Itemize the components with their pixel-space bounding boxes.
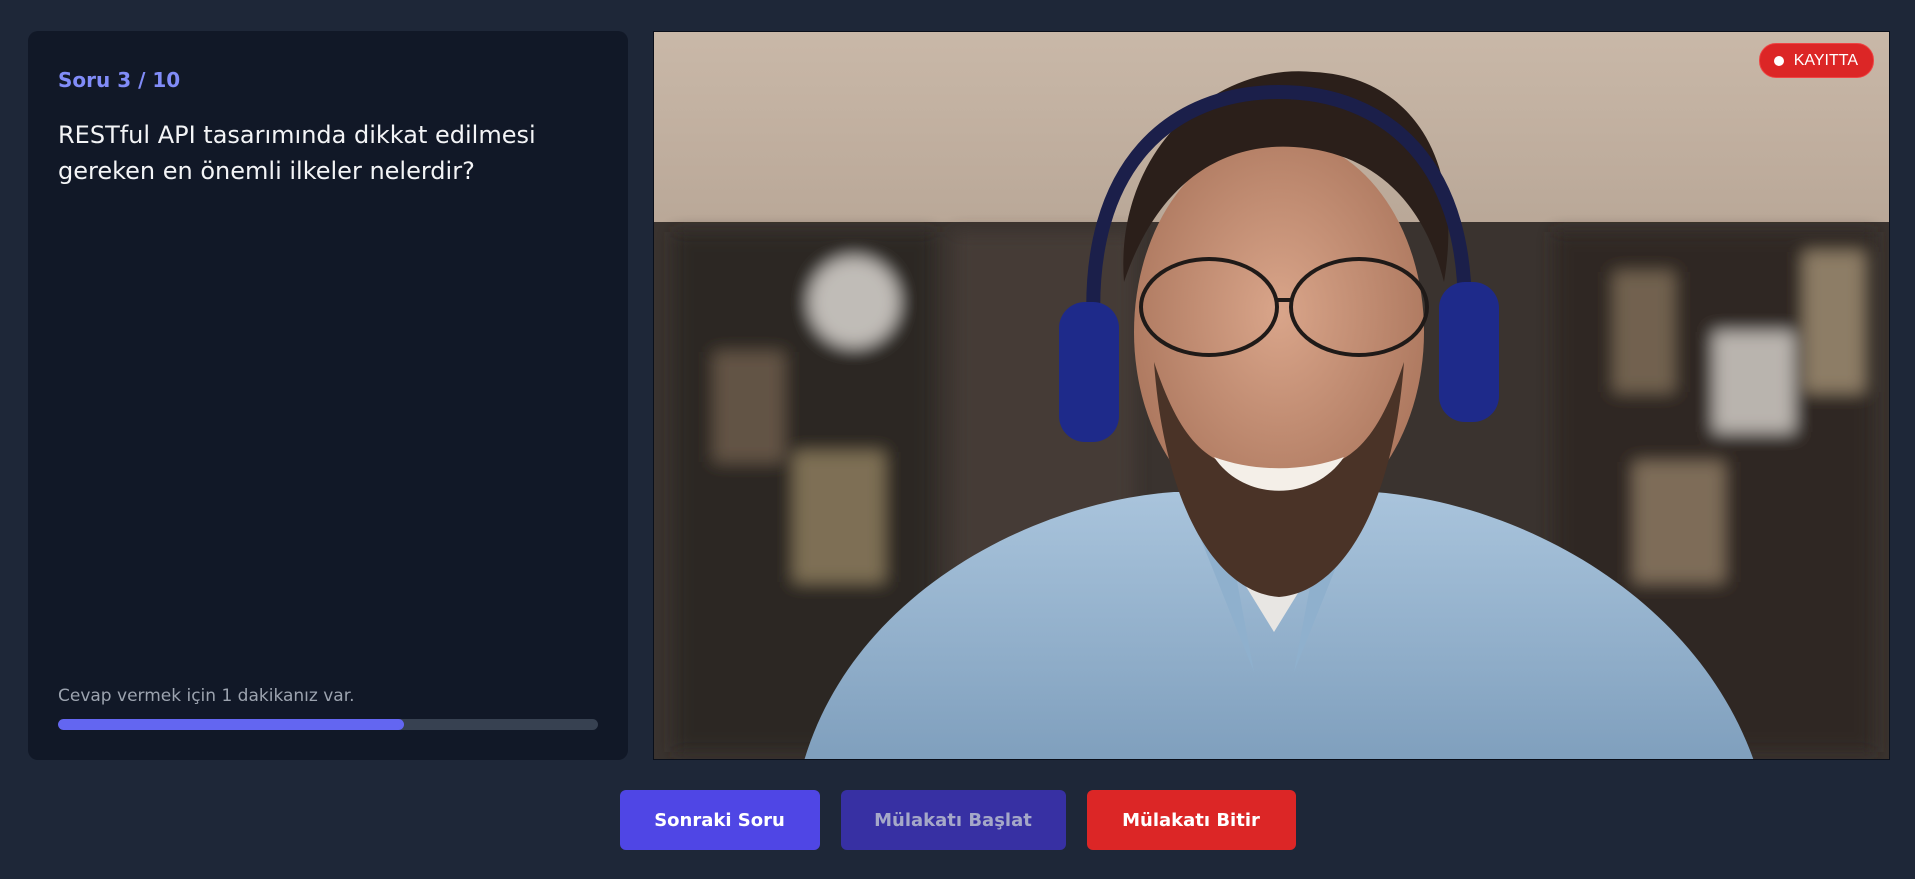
- question-counter: Soru 3 / 10: [58, 68, 181, 92]
- candidate-video: KAYITTA: [653, 31, 1890, 760]
- recording-badge: KAYITTA: [1758, 43, 1874, 78]
- timer-progress-bar: [58, 719, 598, 730]
- end-interview-button[interactable]: Mülakatı Bitir: [1086, 790, 1296, 850]
- question-panel: Soru 3 / 10 RESTful API tasarımında dikk…: [28, 31, 628, 760]
- timer-hint: Cevap vermek için 1 dakikanız var.: [58, 686, 355, 706]
- start-interview-button[interactable]: Mülakatı Başlat: [840, 790, 1066, 850]
- recording-label: KAYITTA: [1793, 51, 1858, 69]
- interview-app: Soru 3 / 10 RESTful API tasarımında dikk…: [0, 0, 1915, 879]
- timer-progress-fill: [58, 719, 404, 730]
- question-text: RESTful API tasarımında dikkat edilmesi …: [58, 121, 536, 185]
- next-question-button[interactable]: Sonraki Soru: [619, 790, 820, 850]
- interview-controls: Sonraki Soru Mülakatı Başlat Mülakatı Bi…: [0, 790, 1915, 850]
- recording-dot-icon: [1773, 55, 1784, 66]
- video-feed-image: [654, 32, 1889, 759]
